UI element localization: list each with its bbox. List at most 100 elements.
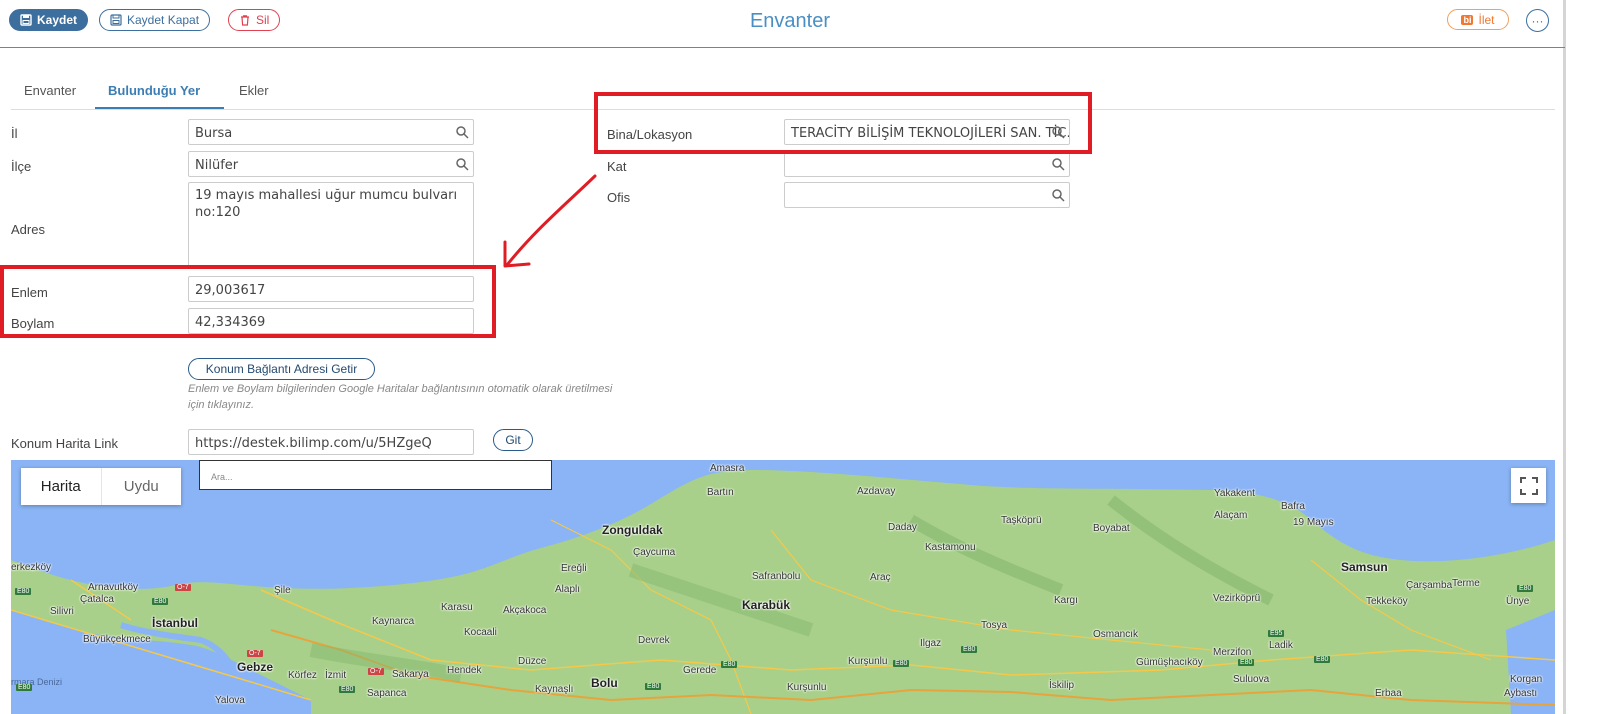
map-label: Terme xyxy=(1452,578,1480,589)
highway-shield: E80 xyxy=(961,646,978,653)
map-label: Safranbolu xyxy=(752,571,801,582)
fullscreen-button[interactable] xyxy=(1511,468,1546,503)
highway-shield: E80 xyxy=(893,660,910,667)
search-icon[interactable] xyxy=(455,125,469,139)
save-close-button[interactable]: Kaydet Kapat xyxy=(99,9,211,31)
map-label: Bolu xyxy=(591,676,618,690)
vertical-scrollbar[interactable] xyxy=(1563,0,1566,714)
highway-shield: E80 xyxy=(1238,659,1255,666)
map-label: Yakakent xyxy=(1214,488,1255,499)
ilce-value: Nilüfer xyxy=(195,158,239,173)
map-label: Şile xyxy=(274,585,291,596)
highway-shield: E80 xyxy=(339,686,356,693)
ofis-field[interactable] xyxy=(784,182,1070,208)
map-label: Gebze xyxy=(237,660,274,674)
highway-shield: O-7 xyxy=(247,650,263,657)
map-label: Çaycuma xyxy=(633,547,676,558)
highway-shield: O-7 xyxy=(368,668,384,675)
map-label: Karabük xyxy=(742,598,791,612)
map-label: Büyükçekmece xyxy=(83,634,151,645)
adres-textarea[interactable]: 19 mayıs mahallesi uğur mumcu bulvarı no… xyxy=(188,182,474,269)
more-options-button[interactable]: ··· xyxy=(1526,9,1549,32)
adres-label: Adres xyxy=(11,222,45,237)
fullscreen-icon xyxy=(1519,476,1538,495)
map-label: Yalova xyxy=(215,695,245,706)
map-label: Kastamonu xyxy=(925,542,976,553)
highway-shield: E80 xyxy=(16,684,33,691)
save-icon xyxy=(20,14,32,26)
highway-shield: O-7 xyxy=(175,584,191,591)
annotation-box-coordinates xyxy=(0,265,496,338)
search-icon[interactable] xyxy=(1051,157,1065,171)
map-label: İstanbul xyxy=(152,616,199,630)
map-label: Araç xyxy=(870,572,891,583)
map-link-label: Konum Harita Link xyxy=(11,436,118,451)
go-button[interactable]: Git xyxy=(493,429,533,451)
highway-shield: E80 xyxy=(645,683,662,690)
trash-icon xyxy=(241,15,249,26)
map-link-field[interactable]: https://destek.bilimp.com/u/5HZgeQ xyxy=(188,429,474,455)
map-label: Tekkeköy xyxy=(1366,596,1408,607)
map-label: Zonguldak xyxy=(602,523,663,537)
il-value: Bursa xyxy=(195,126,233,141)
map-label: Arnavutköy xyxy=(88,582,139,593)
map-label: Sapanca xyxy=(367,688,407,699)
map[interactable]: Harita Uydu Ara... Amasra Bartın Azdavay… xyxy=(11,460,1555,714)
delete-button[interactable]: Sil xyxy=(228,9,281,31)
toolbar: Kaydet Kaydet Kapat Sil Envanter bi İlet… xyxy=(0,0,1565,48)
map-label: Karasu xyxy=(441,602,473,613)
annotation-arrow-icon xyxy=(503,174,597,268)
map-label: Ünye xyxy=(1506,596,1530,607)
highway-shield: E80 xyxy=(1517,585,1534,592)
map-label: İskilip xyxy=(1049,680,1075,691)
search-icon[interactable] xyxy=(455,157,469,171)
ellipsis-icon: ··· xyxy=(1531,13,1544,28)
map-label: Osmancık xyxy=(1093,629,1139,640)
forward-label: İlet xyxy=(1478,12,1495,27)
map-label: Daday xyxy=(888,522,917,533)
get-location-link-button[interactable]: Konum Bağlantı Adresi Getir xyxy=(188,358,375,380)
map-label: Kurşunlu xyxy=(848,656,888,667)
map-label: Suluova xyxy=(1233,674,1270,685)
map-label: Kaynarca xyxy=(372,616,415,627)
kat-label: Kat xyxy=(607,159,627,174)
highway-shield: E95 xyxy=(1268,630,1285,637)
map-label: Düzce xyxy=(518,656,547,667)
save-label: Kaydet xyxy=(37,13,78,27)
location-hint-text: Enlem ve Boylam bilgilerinden Google Har… xyxy=(188,383,613,411)
map-label: Alaplı xyxy=(555,584,581,595)
map-label: Erbaa xyxy=(1375,688,1402,699)
tab-envanter[interactable]: Envanter xyxy=(24,83,76,98)
map-label: Kaynaşlı xyxy=(535,684,574,695)
map-label: 19 Mayıs xyxy=(1293,517,1334,528)
map-type-control: Harita Uydu xyxy=(21,468,181,505)
map-label: Silivri xyxy=(50,606,74,617)
map-label: Bartın xyxy=(707,487,734,498)
map-label: Merzifon xyxy=(1213,647,1252,658)
map-label: Ladik xyxy=(1269,640,1293,651)
map-type-uydu[interactable]: Uydu xyxy=(102,468,182,505)
map-label: erkezköy xyxy=(11,562,52,573)
forward-button[interactable]: bi İlet xyxy=(1447,9,1509,30)
map-label: Vezirköprü xyxy=(1213,593,1261,604)
ilce-field[interactable]: Nilüfer xyxy=(188,151,474,177)
map-label: Kargı xyxy=(1054,595,1078,606)
map-label: Samsun xyxy=(1341,560,1388,574)
save-button[interactable]: Kaydet xyxy=(9,9,89,31)
highway-shield: E80 xyxy=(721,661,738,668)
kat-field[interactable] xyxy=(784,151,1070,177)
map-label: Korgan xyxy=(1510,674,1543,685)
map-label: Bafra xyxy=(1281,501,1305,512)
annotation-box-bina xyxy=(594,92,1092,154)
map-label: Çarşamba xyxy=(1406,580,1453,591)
map-label: Körfez xyxy=(288,670,317,681)
il-field[interactable]: Bursa xyxy=(188,119,474,145)
search-icon[interactable] xyxy=(1051,188,1065,202)
bilimp-logo-icon: bi xyxy=(1461,14,1474,25)
tab-bulundugu-yer[interactable]: Bulunduğu Yer xyxy=(108,83,200,98)
map-search-input[interactable]: Ara... xyxy=(199,460,552,490)
map-label: Boyabat xyxy=(1093,523,1130,534)
map-label: Hendek xyxy=(447,665,482,676)
map-type-harita[interactable]: Harita xyxy=(21,468,102,505)
tab-ekler[interactable]: Ekler xyxy=(239,83,269,98)
